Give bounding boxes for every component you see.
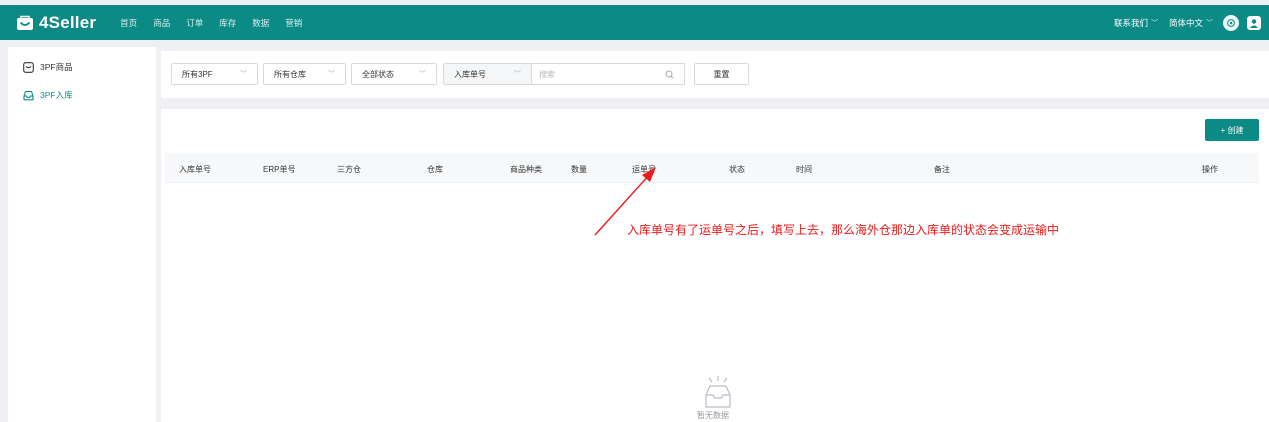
nav-marketing[interactable]: 营销 xyxy=(285,17,302,29)
brand-name: 4Seller xyxy=(39,12,97,32)
main-nav: 首页 商品 订单 库存 数据 营销 xyxy=(112,17,302,29)
table-header: 入库单号 ERP单号 三方仓 仓库 商品种类 数量 运单号 状态 时间 备注 操… xyxy=(165,153,1259,183)
user-avatar[interactable] xyxy=(1247,15,1261,30)
3pf-select[interactable]: 所有3PF ﹀ xyxy=(171,63,258,85)
settings-button[interactable] xyxy=(1223,14,1239,31)
top-navbar: 4Seller 首页 商品 订单 库存 数据 营销 联系我们 ﹀ 简体中文 ﹀ xyxy=(0,5,1269,40)
nav-home[interactable]: 首页 xyxy=(120,17,137,29)
annotation-note: 入库单号有了运单号之后，填写上去，那么海外仓那边入库单的状态会变成运输中 xyxy=(627,223,1060,237)
column-header-warehouse[interactable]: 仓库 xyxy=(427,164,443,175)
shopping-bag-logo-icon xyxy=(16,15,34,31)
column-header-product-types[interactable]: 商品种类 xyxy=(510,164,542,175)
language-label: 简体中文 xyxy=(1168,17,1203,28)
sidebar-item-label: 3PF商品 xyxy=(40,62,73,72)
filter-bar: 所有3PF ﹀ 所有仓库 ﹀ 全部状态 ﹀ 入库单号 ﹀ 重置 xyxy=(161,51,1269,98)
chevron-down-icon: ﹀ xyxy=(1150,19,1158,27)
sidebar-item-label: 3PF入库 xyxy=(40,90,73,100)
top-right-tools: 联系我们 ﹀ 简体中文 ﹀ xyxy=(1103,5,1261,40)
status-select-value: 全部状态 xyxy=(362,69,394,79)
nav-orders[interactable]: 订单 xyxy=(186,17,203,29)
warehouse-select[interactable]: 所有仓库 ﹀ xyxy=(263,63,346,85)
search-field-value: 入库单号 xyxy=(454,69,486,79)
box-icon xyxy=(23,61,34,73)
sidebar: 3PF商品 3PF入库 xyxy=(8,47,156,422)
chevron-down-icon: ﹀ xyxy=(328,71,335,78)
reset-button[interactable]: 重置 xyxy=(694,63,749,85)
search-icon[interactable] xyxy=(665,70,674,79)
chevron-down-icon: ﹀ xyxy=(240,71,247,78)
chevron-down-icon: ﹀ xyxy=(419,71,426,78)
nav-products[interactable]: 商品 xyxy=(153,17,170,29)
contact-us-label: 联系我们 xyxy=(1113,17,1148,28)
inbox-icon xyxy=(23,90,34,100)
user-icon xyxy=(1250,18,1258,28)
create-button[interactable]: + 创建 xyxy=(1205,119,1259,141)
column-header-quantity[interactable]: 数量 xyxy=(571,164,587,175)
column-header-3pl-warehouse[interactable]: 三方仓 xyxy=(337,164,361,175)
empty-state-text: 暂无数据 xyxy=(697,411,729,420)
search-input[interactable] xyxy=(539,69,649,79)
contact-us-dropdown[interactable]: 联系我们 ﹀ xyxy=(1114,17,1158,29)
column-header-inbound-no[interactable]: 入库单号 xyxy=(179,164,211,175)
column-header-status[interactable]: 状态 xyxy=(729,164,745,175)
warehouse-select-value: 所有仓库 xyxy=(274,69,306,79)
nav-inventory[interactable]: 库存 xyxy=(219,17,236,29)
3pf-select-value: 所有3PF xyxy=(182,69,213,79)
status-select[interactable]: 全部状态 ﹀ xyxy=(351,63,437,85)
column-header-remarks[interactable]: 备注 xyxy=(934,164,950,175)
nav-data[interactable]: 数据 xyxy=(252,17,269,29)
chevron-down-icon: ﹀ xyxy=(514,71,521,78)
column-header-erp-no[interactable]: ERP单号 xyxy=(263,164,295,175)
search-box xyxy=(531,63,685,85)
column-header-actions[interactable]: 操作 xyxy=(1202,164,1218,175)
gear-icon xyxy=(1227,18,1235,27)
language-dropdown[interactable]: 简体中文 ﹀ xyxy=(1169,17,1213,29)
empty-inbox-icon xyxy=(705,376,731,408)
brand[interactable]: 4Seller xyxy=(16,13,96,33)
sidebar-item-3pf-products[interactable]: 3PF商品 xyxy=(8,59,156,75)
search-field-select[interactable]: 入库单号 ﹀ xyxy=(443,63,532,85)
column-header-time[interactable]: 时间 xyxy=(796,164,812,175)
chevron-down-icon: ﹀ xyxy=(1206,19,1213,27)
sidebar-item-3pf-inbound[interactable]: 3PF入库 xyxy=(8,87,156,103)
